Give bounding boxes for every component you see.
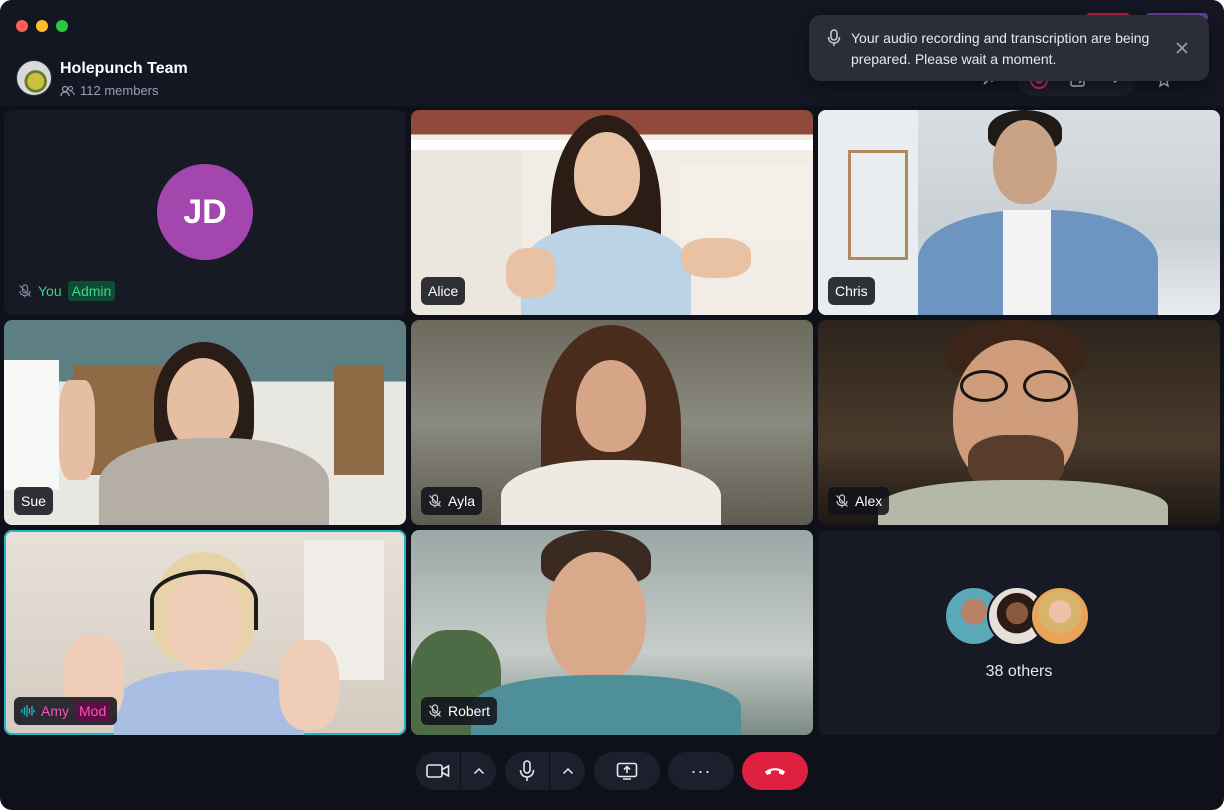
participant-tile-alice[interactable]: Alice [411, 110, 813, 315]
members-icon [60, 85, 75, 96]
minimize-window-button[interactable] [36, 20, 48, 32]
maximize-window-button[interactable] [56, 20, 68, 32]
self-avatar: JD [157, 164, 253, 260]
participant-name: Ayla [448, 493, 475, 509]
mic-toggle-button[interactable] [505, 752, 549, 790]
self-name-tag: You Admin [18, 281, 116, 301]
participant-name: Alice [428, 283, 459, 299]
participant-tile-chris[interactable]: Chris [818, 110, 1220, 315]
participant-name: Amy [41, 703, 69, 719]
camera-options-button[interactable] [461, 752, 496, 790]
participant-name-tag: Alice [421, 277, 466, 305]
camera-toggle-button[interactable] [416, 752, 460, 790]
microphone-icon [519, 760, 535, 781]
self-tile[interactable]: JD You Admin [4, 110, 406, 315]
participant-name-tag: Robert [421, 697, 498, 725]
mic-off-icon [19, 284, 31, 298]
team-name: Holepunch Team [60, 60, 188, 77]
more-options-button[interactable]: ··· [668, 752, 734, 790]
participant-name-tag: Sue [14, 487, 53, 515]
recording-toast: Your audio recording and transcription a… [809, 15, 1209, 81]
participant-name: Chris [835, 283, 868, 299]
participant-name: Sue [21, 493, 46, 509]
participant-name-tag: Ayla [421, 487, 482, 515]
close-icon[interactable] [1173, 39, 1191, 57]
participant-name-tag: Amy Mod [14, 697, 118, 725]
screen-share-icon [616, 762, 638, 780]
toast-message: Your audio recording and transcription a… [851, 30, 1150, 67]
chevron-up-icon [562, 767, 573, 775]
participant-tile-ayla[interactable]: Ayla [411, 320, 813, 525]
close-window-button[interactable] [16, 20, 28, 32]
participant-tile-alex[interactable]: Alex [818, 320, 1220, 525]
member-count: 112 members [60, 83, 159, 98]
mic-off-icon [429, 494, 441, 508]
participant-name-tag: Chris [828, 277, 875, 305]
speaking-waveform-icon [21, 705, 35, 717]
participant-name: Alex [855, 493, 883, 509]
mic-control-group [505, 752, 585, 790]
self-label: You [38, 283, 62, 299]
camera-control-group [416, 752, 496, 790]
others-tile[interactable]: 38 others [818, 530, 1220, 735]
mic-off-icon [429, 704, 441, 718]
participant-name-tag: Alex [828, 487, 890, 515]
others-count: 38 others [985, 663, 1053, 680]
mic-off-icon [836, 494, 848, 508]
participant-tile-robert[interactable]: Robert [411, 530, 813, 735]
participant-tile-sue[interactable]: Sue [4, 320, 406, 525]
others-avatar-stack [944, 586, 1094, 646]
microphone-icon [827, 29, 841, 46]
participant-tile-amy[interactable]: Amy Mod [4, 530, 406, 735]
end-call-icon [765, 768, 785, 775]
mod-badge: Mod [75, 701, 111, 721]
team-avatar[interactable] [16, 60, 52, 96]
video-camera-icon [426, 764, 450, 778]
avatar [1030, 586, 1090, 646]
share-screen-button[interactable] [594, 752, 660, 790]
chevron-up-icon [473, 767, 484, 775]
member-count-label: 112 members [80, 83, 159, 98]
more-dots-icon: ··· [690, 760, 712, 781]
end-call-button[interactable] [742, 752, 808, 790]
admin-badge: Admin [67, 281, 116, 301]
participant-name: Robert [448, 703, 491, 719]
mic-options-button[interactable] [550, 752, 585, 790]
video-call-window: Holepunch Team 112 members 25 [0, 0, 1224, 810]
